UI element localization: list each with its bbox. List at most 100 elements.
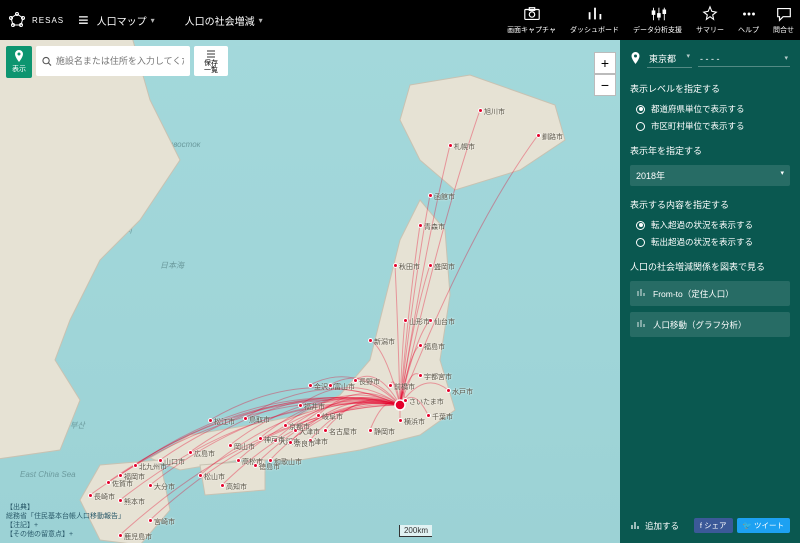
city-label: 山形市 [409, 317, 430, 327]
facebook-share[interactable]: f シェア [694, 518, 733, 533]
level-radio-0[interactable]: 都道府県単位で表示する [636, 103, 790, 115]
nav2-label: 人口の社会増減 [185, 13, 255, 28]
city-dot[interactable] [308, 383, 313, 388]
city-label: 名古屋市 [329, 427, 357, 437]
year-select[interactable]: 2018年 [630, 165, 790, 186]
section-content-title: 表示する内容を指定する [630, 198, 790, 211]
city-label: 福島市 [424, 342, 445, 352]
toolbar-dots[interactable]: ヘルプ [738, 5, 759, 35]
city-dot[interactable] [428, 263, 433, 268]
city-dot[interactable] [403, 398, 408, 403]
city-label: 長崎市 [94, 492, 115, 502]
toolbar-bar[interactable]: ダッシュボード [570, 5, 619, 35]
city-dot[interactable] [426, 413, 431, 418]
city-dot[interactable] [428, 193, 433, 198]
city-dot[interactable] [316, 413, 321, 418]
city-dot[interactable] [368, 338, 373, 343]
search-input[interactable] [56, 56, 184, 66]
city-dot[interactable] [198, 473, 203, 478]
city-dot[interactable] [148, 518, 153, 523]
city-label: 鳥取市 [249, 415, 270, 425]
city-label: 津市 [314, 437, 328, 447]
display-pin-button[interactable]: 表示 [6, 46, 32, 78]
city-dot[interactable] [220, 483, 225, 488]
city-dot[interactable] [118, 473, 123, 478]
city-dot[interactable] [478, 108, 483, 113]
logo[interactable]: RESAS [6, 9, 64, 31]
city-dot[interactable] [393, 263, 398, 268]
city-dot[interactable] [283, 423, 288, 428]
logo-icon [6, 9, 28, 31]
chart-button-0[interactable]: From-to（定住人口） [630, 281, 790, 306]
city-dot[interactable] [418, 373, 423, 378]
city-label: 大分市 [154, 482, 175, 492]
chevron-down-icon: ▾ [259, 16, 263, 25]
city-dot[interactable] [148, 483, 153, 488]
map-canvas[interactable]: 札幌市旭川市釧路市函館市青森市秋田市盛岡市仙台市山形市福島市新潟市長野市宇都宮市… [0, 40, 620, 543]
city-label: 前橋市 [394, 382, 415, 392]
city-dot[interactable] [208, 418, 213, 423]
chart-icon [630, 520, 641, 531]
content-radio-0[interactable]: 転入超過の状況を表示する [636, 219, 790, 231]
map-label: East China Sea [20, 470, 76, 479]
city-dot[interactable] [536, 133, 541, 138]
city-dot[interactable] [236, 458, 241, 463]
toolbar-candles[interactable]: データ分析支援 [633, 5, 682, 35]
radio-icon [636, 221, 645, 230]
city-dot[interactable] [243, 416, 248, 421]
dots-icon [739, 5, 759, 23]
city-label: 熊本市 [124, 497, 145, 507]
camera-icon [522, 5, 542, 23]
add-button[interactable]: 追加する [630, 520, 679, 532]
zoom-out-button[interactable]: − [594, 74, 616, 96]
city-dot[interactable] [328, 383, 333, 388]
city-dot[interactable] [403, 318, 408, 323]
search-box[interactable] [36, 46, 190, 76]
city-label: 京都市 [289, 422, 310, 432]
menu-icon[interactable]: ≡ [78, 10, 89, 31]
city-dot[interactable] [418, 343, 423, 348]
city-dot[interactable] [106, 480, 111, 485]
toolbar-camera[interactable]: 画面キャプチャ [507, 5, 556, 35]
nav-dropdown-2[interactable]: 人口の社会増減 ▾ [185, 13, 263, 28]
content-radio-1[interactable]: 転出超過の状況を表示する [636, 236, 790, 248]
city-dot[interactable] [88, 493, 93, 498]
city-label: 富山市 [334, 382, 355, 392]
city-select[interactable]: - - - - [698, 52, 790, 67]
twitter-share[interactable]: 🐦 ツイート [737, 518, 790, 533]
city-label: 徳島市 [259, 462, 280, 472]
city-label: 山口市 [164, 457, 185, 467]
city-dot[interactable] [388, 383, 393, 388]
city-dot[interactable] [418, 223, 423, 228]
nav-dropdown-1[interactable]: 人口マップ ▾ [97, 13, 155, 28]
nav1-label: 人口マップ [97, 13, 147, 28]
city-dot[interactable] [323, 428, 328, 433]
city-dot[interactable] [448, 143, 453, 148]
level-radio-1[interactable]: 市区町村単位で表示する [636, 120, 790, 132]
city-dot[interactable] [188, 450, 193, 455]
city-label: 福井市 [304, 402, 325, 412]
zoom-in-button[interactable]: + [594, 52, 616, 74]
toolbar-label: 画面キャプチャ [507, 25, 556, 35]
toolbar-chat[interactable]: 問合せ [773, 5, 794, 35]
city-dot[interactable] [228, 443, 233, 448]
list-icon [206, 49, 216, 59]
save-list-button[interactable]: 保存 一覧 [194, 46, 228, 76]
candles-icon [648, 5, 668, 23]
city-dot[interactable] [288, 440, 293, 445]
city-dot[interactable] [253, 463, 258, 468]
city-dot[interactable] [133, 463, 138, 468]
chart-button-1[interactable]: 人口移動（グラフ分析） [630, 312, 790, 337]
city-dot[interactable] [398, 418, 403, 423]
city-dot[interactable] [368, 428, 373, 433]
pref-select[interactable]: 東京都 [647, 50, 692, 68]
chart-icon [636, 318, 647, 331]
city-dot[interactable] [298, 403, 303, 408]
city-dot[interactable] [446, 388, 451, 393]
toolbar-spark[interactable]: サマリー [696, 5, 724, 35]
save-label: 保存 一覧 [204, 60, 218, 74]
toolbar-label: 問合せ [773, 25, 794, 35]
city-label: 千葉市 [432, 412, 453, 422]
spark-icon [700, 5, 720, 23]
city-dot[interactable] [258, 436, 263, 441]
